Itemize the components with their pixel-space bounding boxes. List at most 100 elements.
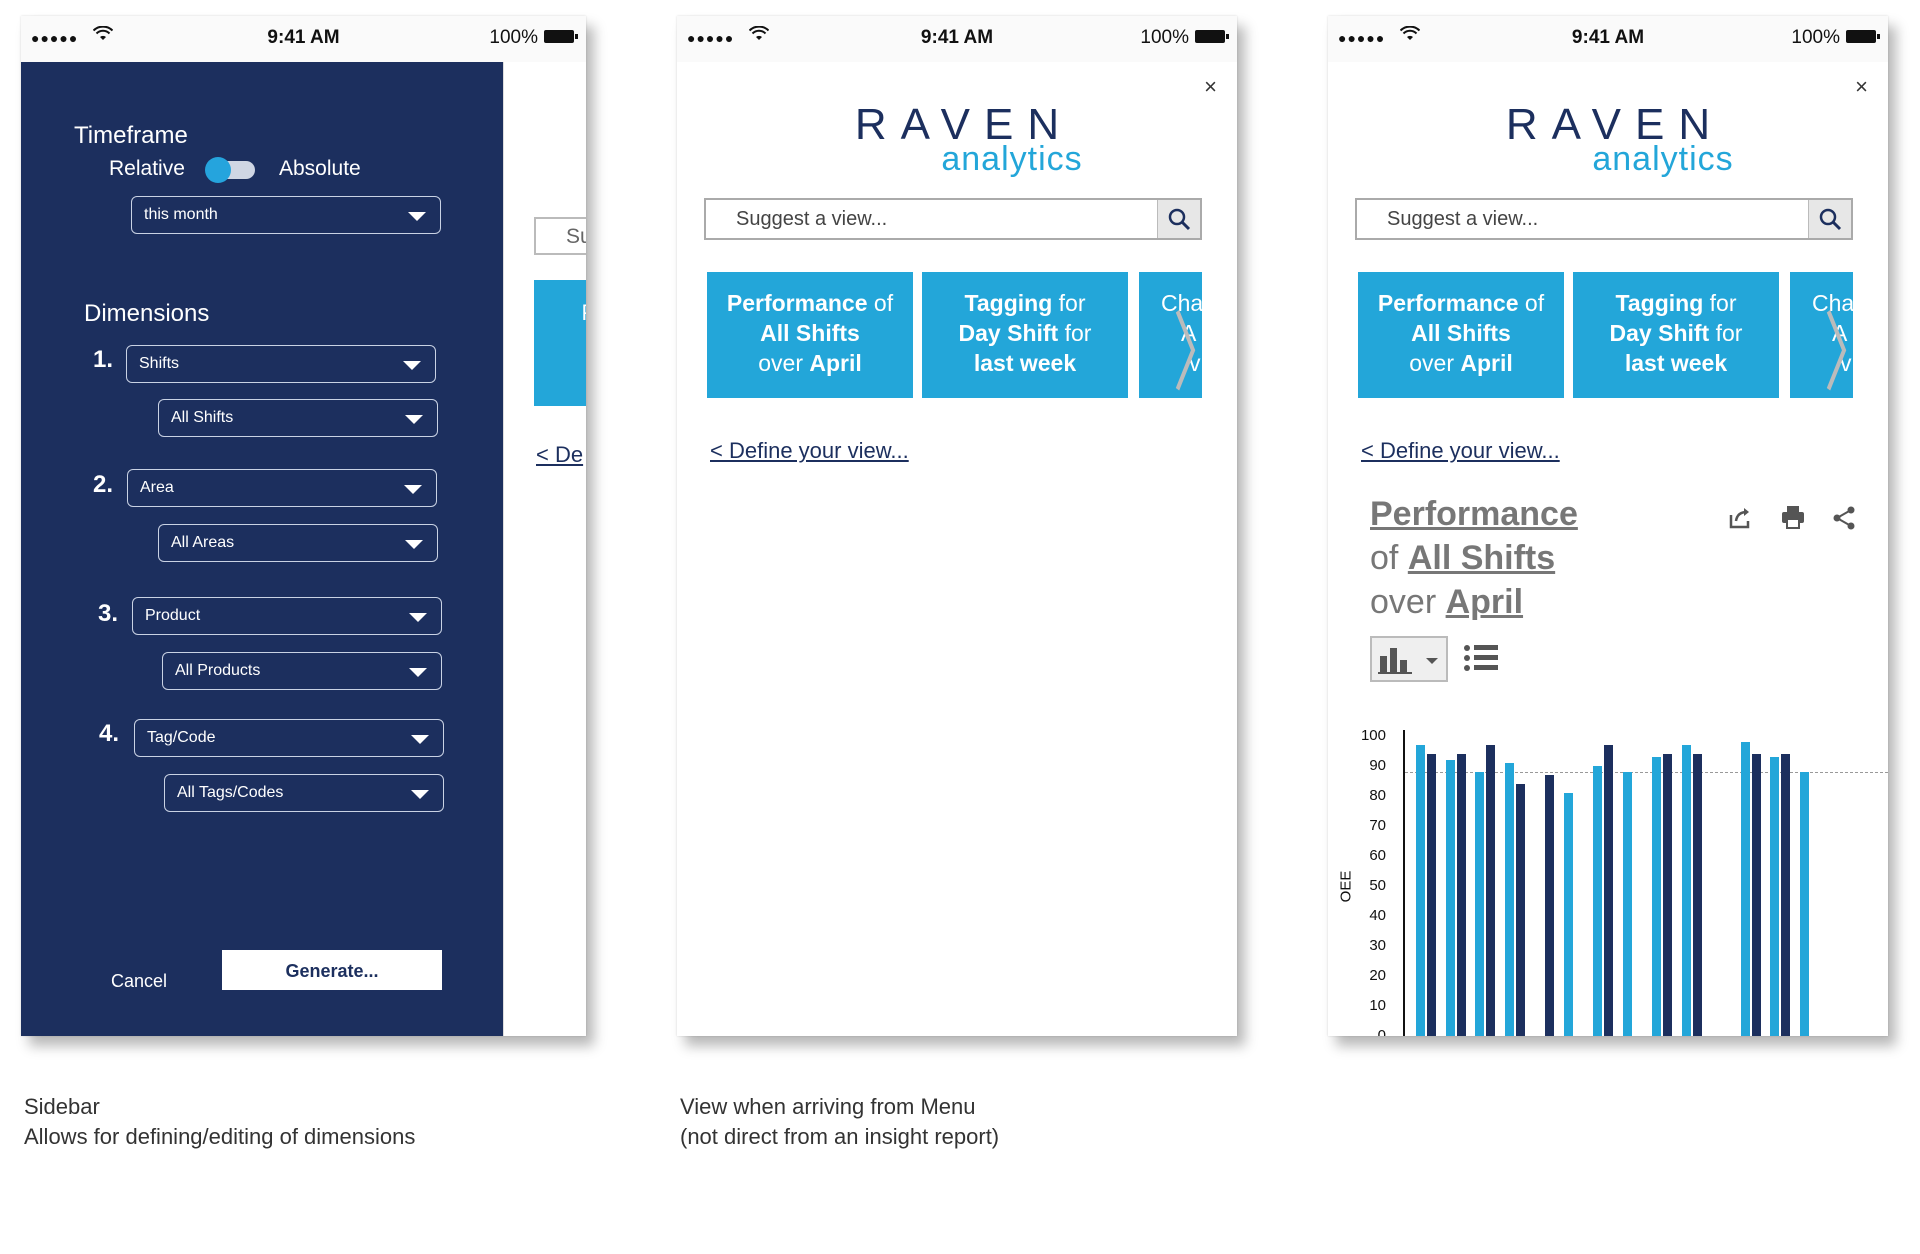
phone-menu-view: ●●●●● 9:41 AM 100% × RAVEN analytics Sug… (677, 16, 1237, 1036)
dimension-number: 1. (93, 346, 114, 373)
dimension-1-filter-select[interactable]: All Shifts (158, 399, 438, 437)
dimension-number: 2. (93, 471, 114, 498)
chart-bar[interactable] (1652, 757, 1661, 1036)
generate-button[interactable]: Generate... (222, 950, 442, 990)
suggestion-tile-tagging[interactable]: Tagging for Day Shift for last week (1573, 272, 1779, 398)
define-view-link-partial: < De (536, 442, 584, 467)
toggle-knob (205, 157, 231, 183)
battery-icon (1195, 30, 1229, 43)
chevron-down-icon (409, 613, 427, 622)
chart-bar[interactable] (1663, 754, 1672, 1036)
define-view-link[interactable]: < Define your view... (710, 438, 909, 464)
dimension-4-value: Tag/Code (147, 729, 216, 746)
dimension-3-select[interactable]: Product (132, 597, 442, 635)
chart-bar[interactable] (1416, 745, 1425, 1036)
dimension-3-filter-select[interactable]: All Products (162, 652, 442, 690)
chart-bar[interactable] (1563, 793, 1573, 1036)
battery-icon (1846, 30, 1880, 43)
logo-analytics: analytics (1592, 140, 1734, 178)
search-input[interactable]: Suggest a view... (1387, 208, 1538, 231)
chevron-down-icon (409, 668, 427, 677)
chart-bar[interactable] (1445, 760, 1455, 1036)
dimension-4-filter-select[interactable]: All Tags/Codes (164, 774, 444, 812)
dimension-number: 3. (98, 600, 119, 627)
chart-bar[interactable] (1545, 775, 1554, 1036)
chart-bar[interactable] (1504, 763, 1514, 1036)
status-bar: ●●●●● 9:41 AM 100% (1328, 16, 1888, 62)
list-view-icon[interactable] (1464, 644, 1500, 677)
close-icon[interactable]: × (1204, 74, 1217, 100)
chevron-down-icon (408, 212, 426, 221)
oee-bar-chart: OEE 100 90 80 70 60 50 40 30 20 10 0 (1337, 710, 1888, 1036)
caption-menu-view: View when arriving from Menu (not direct… (680, 1094, 1000, 1149)
chart-bar[interactable] (1751, 754, 1761, 1036)
report-toolbar (1705, 504, 1856, 535)
chart-bar[interactable] (1593, 766, 1602, 1036)
search-button[interactable] (1157, 200, 1200, 238)
search-bar[interactable]: Suggest a view... (704, 198, 1202, 240)
chart-bar[interactable] (1486, 745, 1495, 1036)
chevron-down-icon (405, 415, 423, 424)
report-title: Performance of All Shifts over April (1370, 495, 1578, 621)
chevron-down-icon (403, 361, 421, 370)
suggestion-tile-tagging[interactable]: Tagging for Day Shift for last week (922, 272, 1128, 398)
export-icon[interactable] (1727, 506, 1753, 535)
chart-bar[interactable] (1781, 754, 1790, 1036)
chevron-right-icon[interactable]: 〉 (1173, 282, 1227, 408)
y-axis-line (1403, 730, 1405, 1036)
chart-bar[interactable] (1475, 772, 1484, 1036)
report-title-timeframe[interactable]: April (1446, 583, 1523, 621)
chart-bar[interactable] (1770, 757, 1779, 1036)
chart-bar[interactable] (1681, 745, 1691, 1036)
chart-bar[interactable] (1799, 772, 1809, 1036)
cancel-button[interactable]: Cancel (111, 971, 167, 992)
raven-logo: RAVEN analytics (1328, 100, 1888, 179)
raven-logo: RAVEN analytics (677, 100, 1237, 179)
search-button[interactable] (1808, 200, 1851, 238)
dimension-1-value: Shifts (139, 355, 180, 372)
y-tick-label: 70 (1369, 817, 1386, 834)
report-title-dimension[interactable]: All Shifts (1408, 539, 1555, 577)
y-tick-label: 100 (1360, 727, 1386, 744)
chart-bar[interactable] (1692, 754, 1702, 1036)
chevron-down-icon (1426, 658, 1438, 664)
timeframe-value: this month (144, 206, 218, 223)
timeframe-select[interactable]: this month (131, 196, 441, 234)
absolute-label: Absolute (279, 157, 361, 180)
dimensions-heading: Dimensions (84, 300, 210, 327)
dimension-sidebar: Timeframe Relative Absolute this month D… (21, 62, 503, 1036)
report-title-metric[interactable]: Performance (1370, 495, 1578, 533)
suggestion-tile-performance[interactable]: Performance of All Shifts over April (707, 272, 913, 398)
chart-bar[interactable] (1456, 754, 1466, 1036)
dimension-2-value: Area (140, 479, 174, 496)
y-tick-label: 60 (1369, 847, 1386, 864)
define-view-link[interactable]: < Define your view... (1361, 438, 1560, 464)
chart-bar[interactable] (1622, 772, 1632, 1036)
search-bar[interactable]: Suggest a view... (1355, 198, 1853, 240)
y-tick-label: 30 (1369, 937, 1386, 954)
relative-absolute-toggle[interactable] (205, 157, 255, 183)
search-input[interactable]: Suggest a view... (736, 208, 887, 231)
dimension-1-filter-value: All Shifts (171, 409, 234, 426)
phone-sidebar: ●●●●● 9:41 AM 100% Timeframe Relative Ab… (21, 16, 586, 1036)
dimension-2-select[interactable]: Area (127, 469, 437, 507)
chevron-down-icon (411, 790, 429, 799)
share-icon[interactable] (1832, 506, 1856, 535)
close-icon[interactable]: × (1855, 74, 1868, 100)
suggestion-tile-performance[interactable]: Performance of All Shifts over April (1358, 272, 1564, 398)
battery-percent: 100% (1140, 27, 1189, 48)
dimension-1-select[interactable]: Shifts (126, 345, 436, 383)
y-tick-label: 10 (1369, 997, 1386, 1014)
chart-type-select[interactable] (1370, 636, 1448, 682)
caption-sidebar: Sidebar Allows for defining/editing of d… (24, 1094, 416, 1149)
print-icon[interactable] (1780, 504, 1806, 535)
dimension-2-filter-select[interactable]: All Areas (158, 524, 438, 562)
dimension-4-select[interactable]: Tag/Code (134, 719, 444, 757)
chart-bar[interactable] (1740, 742, 1750, 1036)
chart-bar[interactable] (1427, 754, 1436, 1036)
chart-bar[interactable] (1515, 784, 1525, 1036)
chart-bar[interactable] (1604, 745, 1613, 1036)
chevron-down-icon (404, 485, 422, 494)
dimension-3-value: Product (145, 607, 201, 624)
chevron-right-icon[interactable]: 〉 (1824, 282, 1878, 408)
